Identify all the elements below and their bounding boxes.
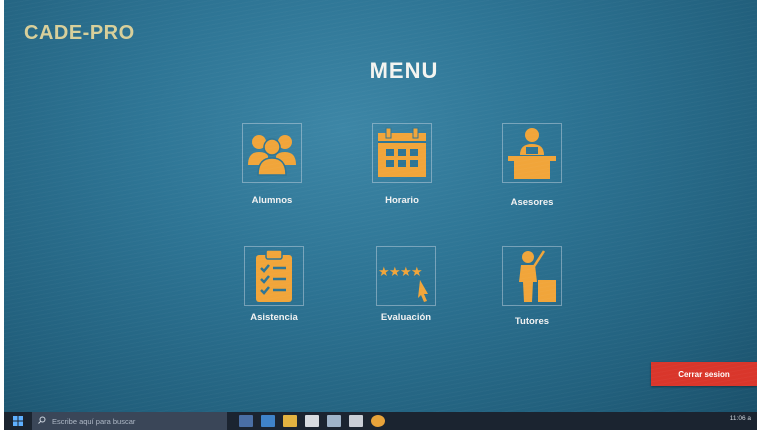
svg-text:★: ★ [389,265,401,280]
logout-button[interactable]: Cerrar sesion [651,362,757,386]
search-icon [38,416,46,426]
taskbar: Escribe aquí para buscar 11:06 a [4,412,757,430]
search-placeholder: Escribe aquí para buscar [52,416,136,426]
menu-title: MENU [369,58,439,83]
chrome-icon[interactable] [371,415,385,427]
task-view-icon[interactable] [239,415,253,427]
calendar-icon [372,123,432,183]
star-rating-icon: ★ ★ ★ ★ [376,246,436,306]
svg-text:★: ★ [400,265,412,280]
edge-browser-icon[interactable] [261,415,275,427]
advisor-desk-icon [502,123,562,183]
taskbar-clock: 11:06 a [729,415,751,422]
menu-item-horario[interactable]: Horario [352,123,452,223]
menu-item-label: Tutores [514,316,550,327]
app-window: CADE-PRO MENU Alumnos Horario Asesores A… [4,0,757,430]
menu-item-alumnos[interactable]: Alumnos [222,123,322,223]
menu-item-asesores[interactable]: Asesores [482,123,582,223]
menu-item-tutores[interactable]: Tutores [482,246,582,346]
menu-item-label: Asesores [510,197,554,208]
taskbar-search-input[interactable]: Escribe aquí para buscar [32,412,227,430]
windows-start-icon[interactable] [4,412,32,430]
svg-text:★: ★ [378,265,390,280]
teacher-pointer-icon [502,246,562,306]
mail-icon[interactable] [327,415,341,427]
store-icon[interactable] [305,415,319,427]
app-icon[interactable] [349,415,363,427]
menu-item-label: Evaluación [380,312,432,323]
clipboard-checklist-icon [244,246,304,306]
students-group-icon [242,123,302,183]
menu-item-label: Horario [385,195,419,206]
menu-item-label: Alumnos [251,195,293,206]
svg-text:★: ★ [411,265,423,280]
menu-item-asistencia[interactable]: Asistencia [224,246,324,346]
app-title: CADE-PRO [24,22,135,44]
menu-item-evaluacion[interactable]: ★ ★ ★ ★ Evaluación [356,246,456,346]
file-explorer-icon[interactable] [283,415,297,427]
menu-item-label: Asistencia [250,312,298,323]
